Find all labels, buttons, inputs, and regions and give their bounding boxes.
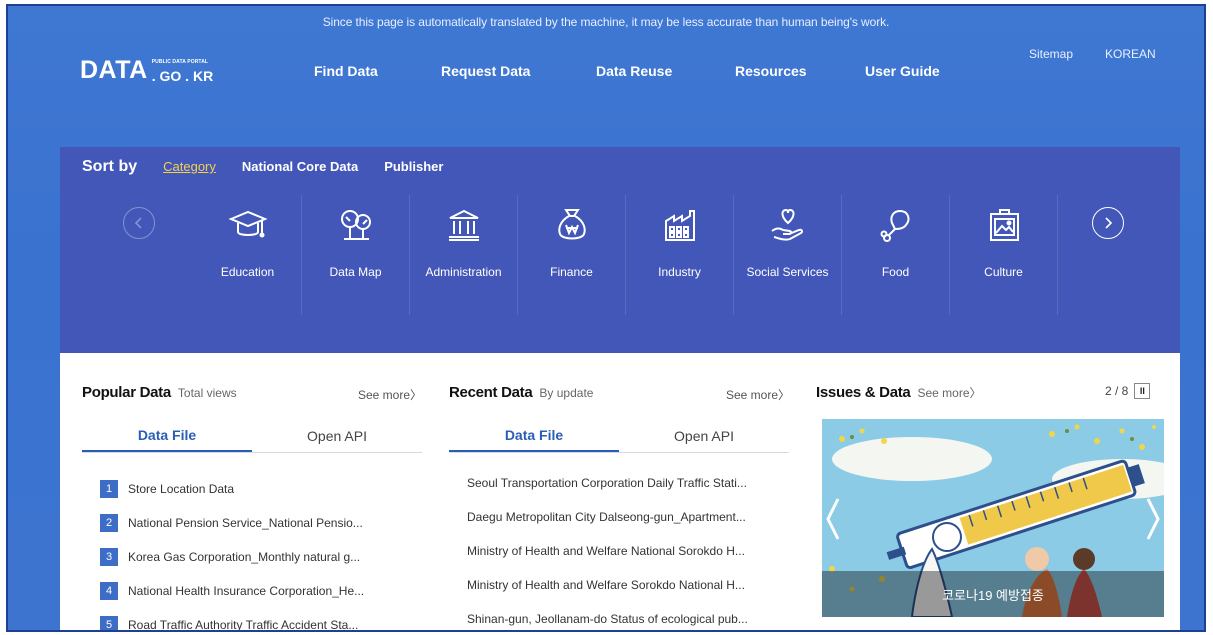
- nav-data-reuse[interactable]: Data Reuse: [596, 63, 672, 79]
- category-industry[interactable]: Industry: [626, 195, 734, 315]
- nav-find-data[interactable]: Find Data: [314, 63, 378, 79]
- popular-tab-open-api[interactable]: Open API: [252, 419, 422, 452]
- sort-row: Sort by Category National Core Data Publ…: [82, 158, 469, 176]
- popular-data-list: 1 Store Location Data 2 National Pension S…: [100, 472, 440, 632]
- page-frame: Since this page is automatically transla…: [6, 4, 1206, 632]
- nav-resources[interactable]: Resources: [735, 63, 807, 79]
- recent-tab-data-file[interactable]: Data File: [449, 419, 619, 452]
- list-item-label: Road Traffic Authority Traffic Accident …: [128, 618, 359, 632]
- category-food[interactable]: Food: [842, 195, 950, 315]
- category-panel: Sort by Category National Core Data Publ…: [60, 147, 1180, 353]
- government-building-icon: [449, 209, 479, 241]
- issues-data-title: Issues & Data: [816, 384, 911, 401]
- category-label: Industry: [658, 265, 701, 279]
- list-item[interactable]: Ministry of Health and Welfare National …: [467, 534, 807, 568]
- list-item[interactable]: 3 Korea Gas Corporation_Monthly natural g…: [100, 540, 440, 574]
- tree-map-icon: [341, 210, 371, 240]
- issues-pager: 2 / 8 II: [1105, 383, 1151, 399]
- recent-tab-open-api[interactable]: Open API: [619, 419, 789, 452]
- nav-request-data[interactable]: Request Data: [441, 63, 530, 79]
- category-prev-button[interactable]: [123, 207, 155, 239]
- sort-option-category[interactable]: Category: [163, 159, 216, 174]
- recent-see-more-link[interactable]: See more〉: [726, 386, 790, 403]
- category-culture[interactable]: Culture: [950, 195, 1058, 315]
- sort-option-national-core-data[interactable]: National Core Data: [242, 159, 358, 174]
- category-label: Culture: [984, 265, 1023, 279]
- list-item-label: National Pension Service_National Pensio…: [128, 516, 363, 530]
- list-item[interactable]: 5 Road Traffic Authority Traffic Accident…: [100, 608, 440, 632]
- money-bag-icon: [558, 209, 586, 240]
- nav-user-guide[interactable]: User Guide: [865, 63, 940, 79]
- category-next-button[interactable]: [1092, 207, 1124, 239]
- issues-caption: 코로나19 예방접종: [822, 571, 1164, 617]
- main-nav: Find Data Request Data Data Reuse Resour…: [8, 63, 1204, 83]
- list-item[interactable]: 1 Store Location Data: [100, 472, 440, 506]
- sort-option-publisher[interactable]: Publisher: [384, 159, 443, 174]
- list-item[interactable]: 2 National Pension Service_National Pensi…: [100, 506, 440, 540]
- category-finance[interactable]: Finance: [518, 195, 626, 315]
- category-label: Data Map: [329, 265, 382, 279]
- list-item-label: National Health Insurance Corporation_He…: [128, 584, 365, 598]
- rank-badge: 2: [100, 514, 118, 532]
- list-item[interactable]: Shinan-gun, Jeollanam-do Status of ecolo…: [467, 602, 807, 630]
- pager-count: 2 / 8: [1105, 384, 1129, 398]
- category-social-services[interactable]: Social Services: [734, 195, 842, 315]
- list-item[interactable]: Daegu Metropolitan City Dalseong-gun_Apa…: [467, 500, 807, 534]
- language-link[interactable]: KOREAN: [1105, 47, 1156, 61]
- issues-see-more-link[interactable]: See more〉: [917, 384, 981, 401]
- list-item-label: Store Location Data: [128, 482, 235, 496]
- category-administration[interactable]: Administration: [410, 195, 518, 315]
- rank-badge: 3: [100, 548, 118, 566]
- category-label: Social Services: [746, 265, 829, 279]
- list-item-label: Korea Gas Corporation_Monthly natural g.…: [128, 550, 361, 564]
- popular-tabs: Data File Open API: [82, 419, 422, 453]
- popular-see-more-link[interactable]: See more〉: [358, 386, 422, 403]
- gallery-frame-icon: [990, 209, 1019, 241]
- sitemap-link[interactable]: Sitemap: [1029, 47, 1073, 61]
- recent-data-subtitle: By update: [539, 386, 594, 400]
- recent-data-header: Recent Data By update: [449, 384, 593, 401]
- list-item[interactable]: Seoul Transportation Corporation Daily T…: [467, 466, 807, 500]
- heart-hand-icon: [771, 208, 804, 241]
- list-item[interactable]: 4 National Health Insurance Corporation_H…: [100, 574, 440, 608]
- recent-tabs: Data File Open API: [449, 419, 789, 453]
- category-label: Education: [220, 265, 275, 279]
- category-label: Administration: [425, 265, 502, 279]
- rank-badge: 4: [100, 582, 118, 600]
- popular-data-subtitle: Total views: [177, 386, 237, 400]
- graduation-cap-icon: [228, 210, 268, 238]
- rank-badge: 1: [100, 480, 118, 498]
- popular-tab-data-file[interactable]: Data File: [82, 419, 252, 452]
- popular-data-header: Popular Data Total views: [82, 384, 237, 401]
- factory-icon: [665, 210, 695, 241]
- drumstick-icon: [880, 210, 910, 242]
- rank-badge: 5: [100, 616, 118, 630]
- recent-data-list: Seoul Transportation Corporation Daily T…: [467, 466, 807, 630]
- issues-banner[interactable]: 코로나19 예방접종: [822, 419, 1164, 617]
- category-data-map[interactable]: Data Map: [302, 195, 410, 315]
- list-item[interactable]: Ministry of Health and Welfare Sorokdo N…: [467, 568, 807, 602]
- content-area: Popular Data Total views See more〉 Data …: [60, 353, 1180, 632]
- recent-data-title: Recent Data: [449, 384, 533, 401]
- category-label: Food: [881, 265, 910, 279]
- issues-data-header: Issues & Data See more〉: [816, 384, 982, 401]
- sort-title: Sort by: [82, 158, 138, 175]
- chevron-left-icon: [134, 217, 142, 229]
- pause-button[interactable]: II: [1134, 383, 1151, 399]
- category-label: Finance: [550, 265, 593, 279]
- popular-data-title: Popular Data: [82, 384, 171, 401]
- category-education[interactable]: Education: [194, 195, 302, 315]
- translation-notice: Since this page is automatically transla…: [322, 15, 890, 29]
- chevron-right-icon: [1105, 217, 1113, 229]
